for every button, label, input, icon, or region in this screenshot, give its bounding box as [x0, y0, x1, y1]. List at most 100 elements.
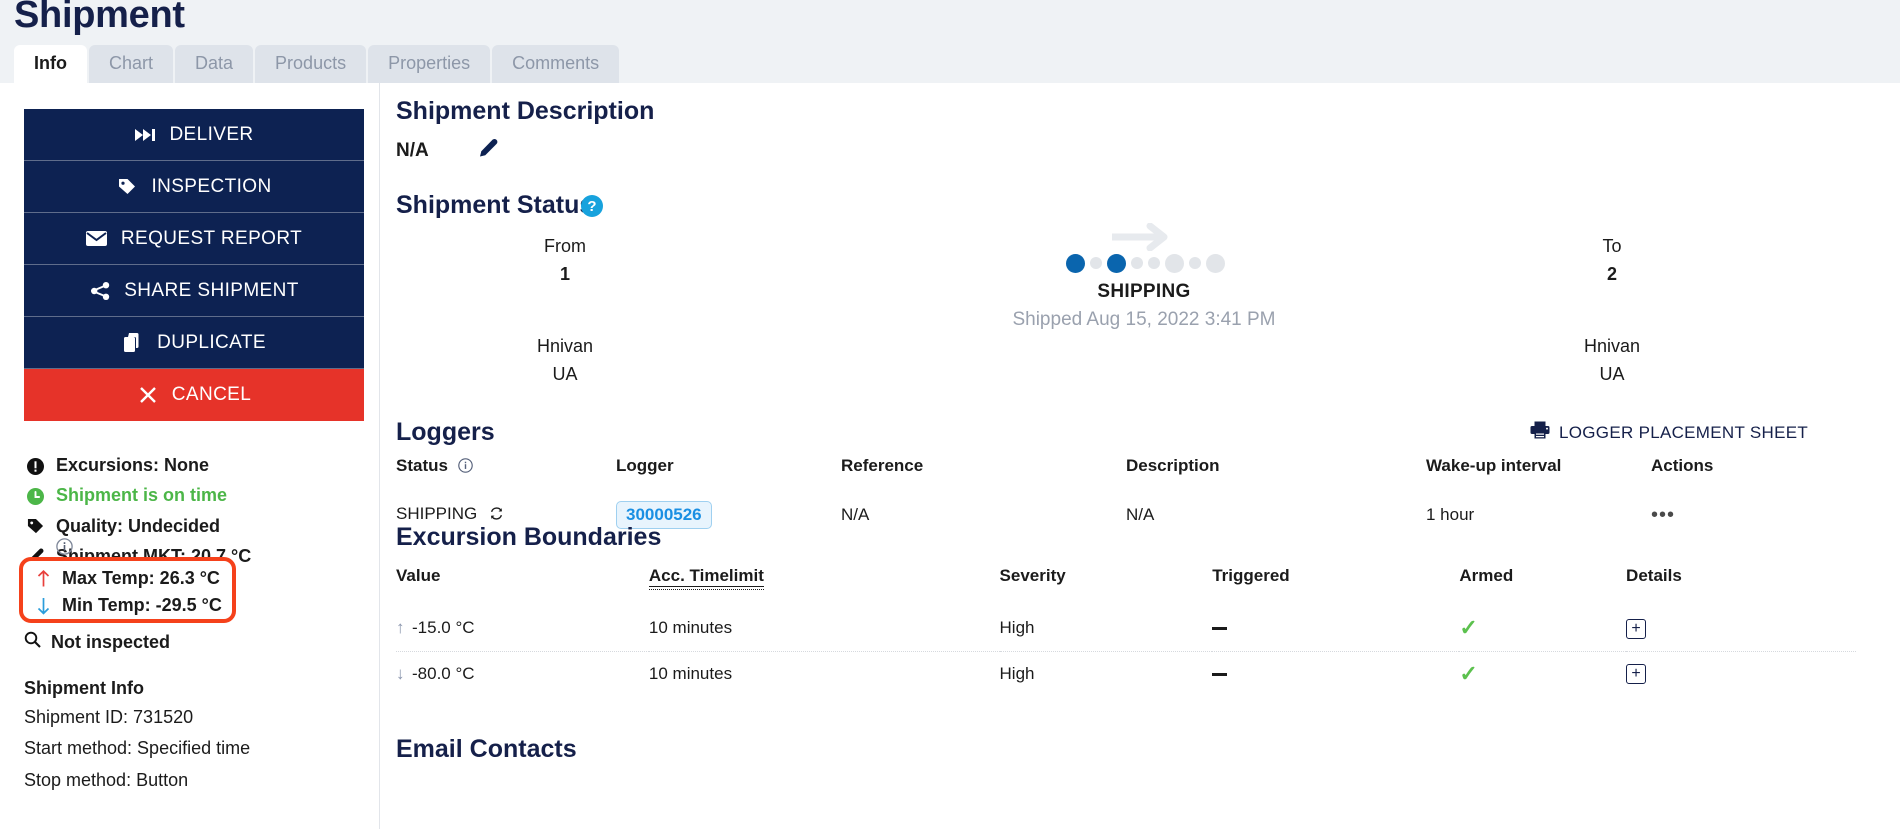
tag-icon: [116, 176, 138, 198]
duplicate-label: DUPLICATE: [157, 331, 266, 353]
help-icon[interactable]: ?: [581, 195, 603, 217]
progress-status-label: SHIPPING: [1097, 281, 1191, 302]
loggers-table: Status Logger Reference Description Wake…: [396, 456, 1856, 532]
row-actions-menu-icon[interactable]: •••: [1651, 504, 1675, 526]
excursion-severity-cell: High: [999, 618, 1035, 638]
progress-dot: [1189, 257, 1201, 269]
tab-comments[interactable]: Comments: [492, 45, 620, 83]
col-severity: Severity: [999, 566, 1066, 585]
edit-description-icon[interactable]: [476, 137, 500, 166]
check-icon: ✓: [1459, 660, 1478, 686]
shipment-description-value: N/A: [396, 140, 429, 161]
progress-dot: [1107, 253, 1126, 273]
main-content: Shipment Description N/A Shipment Status…: [381, 83, 1900, 829]
tab-data[interactable]: Data: [175, 45, 254, 83]
cancel-button[interactable]: CANCEL: [24, 369, 364, 421]
excursion-value: -15.0 °C: [412, 618, 475, 638]
col-triggered: Triggered: [1212, 566, 1290, 585]
max-temp-label: Max Temp: 26.3 °C: [62, 568, 220, 588]
max-temp-row: Max Temp: 26.3 °C: [34, 568, 220, 589]
start-method: Start method: Specified time: [24, 738, 251, 759]
dash-icon: [1212, 672, 1228, 676]
quality-label: Quality: Undecided: [56, 515, 221, 536]
excursion-triggered-cell: [1212, 606, 1459, 651]
col-reference: Reference: [841, 456, 924, 475]
col-acc-timelimit: Acc. Timelimit: [648, 566, 764, 587]
dash-icon: [1212, 627, 1228, 631]
tab-properties[interactable]: Properties: [368, 45, 491, 83]
shipment-id: Shipment ID: 731520: [24, 707, 194, 727]
shipment-info-block: Shipment Info Shipment ID: 731520 Start …: [24, 678, 364, 800]
tab-chart[interactable]: Chart: [89, 45, 174, 83]
inspected-status: Not inspected: [24, 631, 170, 653]
table-row: ↓ -80.0 °C 10 minutes High ✓ +: [396, 650, 1856, 696]
inspection-button[interactable]: INSPECTION: [24, 161, 364, 213]
status-info-icon[interactable]: [457, 458, 473, 478]
col-actions: Actions: [1651, 456, 1714, 475]
destination-city: Hnivan: [1583, 335, 1641, 356]
envelope-icon: [86, 228, 108, 250]
tab-products[interactable]: Products: [255, 45, 367, 83]
request-report-button[interactable]: REQUEST REPORT: [24, 213, 364, 265]
expand-details-icon[interactable]: +: [1626, 664, 1647, 685]
search-icon: [24, 631, 41, 653]
arrow-down-icon: ↓: [396, 663, 405, 683]
excursion-armed-cell: ✓: [1459, 606, 1626, 651]
expand-details-icon[interactable]: +: [1626, 618, 1647, 639]
duplicate-button[interactable]: DUPLICATE: [24, 317, 364, 369]
progress-dot: [1148, 257, 1160, 269]
tab-info[interactable]: Info: [14, 45, 87, 83]
logger-description-cell: N/A: [1126, 505, 1155, 524]
origin-country: UA: [552, 363, 578, 384]
excursion-boundaries-table: Value Acc. Timelimit Severity Triggered …: [396, 566, 1856, 696]
check-icon: ✓: [1459, 615, 1478, 641]
col-armed: Armed: [1459, 566, 1514, 585]
progress-dot: [1206, 253, 1225, 273]
col-value: Value: [396, 566, 441, 585]
progress-status-sub: Shipped Aug 15, 2022 3:41 PM: [1012, 309, 1276, 330]
col-logger: Logger: [616, 456, 674, 475]
copy-icon: [122, 332, 144, 354]
tag-icon: [24, 516, 46, 538]
fast-forward-icon: [134, 124, 156, 146]
tab-bar: Info Chart Data Products Properties Comm…: [14, 45, 620, 83]
col-description: Description: [1126, 456, 1220, 475]
arrow-up-icon: ↑: [396, 618, 405, 638]
quality-status: Quality: Undecided: [24, 514, 364, 538]
destination-number: 2: [1606, 263, 1617, 284]
destination-endpoint: To 2 Hnivan UA: [1512, 233, 1712, 389]
sidebar: DELIVER INSPECTION REQUEST REPORT SHARE …: [0, 83, 380, 829]
share-icon: [89, 280, 111, 302]
progress-dot: [1090, 257, 1102, 269]
excursion-triggered-cell: [1212, 650, 1460, 696]
excursion-timelimit-cell: 10 minutes: [648, 618, 733, 638]
share-shipment-label: SHARE SHIPMENT: [124, 279, 299, 301]
progress-dot: [1131, 257, 1143, 269]
excursion-value-cell: ↑ -15.0 °C: [396, 606, 649, 651]
logger-reference-cell: N/A: [841, 505, 870, 524]
status-summary-list: Excursions: None Shipment is on time Qua…: [24, 453, 364, 574]
arrow-down-icon: [34, 597, 52, 615]
logger-placement-sheet-button[interactable]: LOGGER PLACEMENT SHEET: [1530, 421, 1808, 444]
logger-wakeup-cell: 1 hour: [1426, 505, 1475, 524]
cancel-label: CANCEL: [171, 384, 252, 405]
loggers-header-row: Status Logger Reference Description Wake…: [396, 456, 1856, 498]
close-icon: [137, 384, 159, 406]
inspected-label: Not inspected: [51, 631, 171, 652]
excursion-timelimit-cell: 10 minutes: [648, 650, 1000, 696]
excursion-boundaries-title: Excursion Boundaries: [396, 523, 662, 551]
inspection-label: INSPECTION: [151, 175, 272, 197]
origin-number: 1: [559, 263, 570, 284]
progress-dot: [1165, 253, 1184, 273]
logger-status-value: SHIPPING: [396, 504, 478, 523]
deliver-button[interactable]: DELIVER: [24, 109, 364, 161]
stop-method: Stop method: Button: [24, 769, 189, 790]
share-shipment-button[interactable]: SHARE SHIPMENT: [24, 265, 364, 317]
shipment-description-title: Shipment Description: [396, 97, 655, 125]
col-wakeup: Wake-up interval: [1426, 456, 1562, 475]
origin-head: From: [544, 236, 586, 256]
loggers-title: Loggers: [396, 418, 495, 446]
origin-city: Hnivan: [536, 335, 594, 356]
shipment-info-title: Shipment Info: [24, 678, 144, 698]
excursion-details-cell: +: [1626, 650, 1856, 696]
